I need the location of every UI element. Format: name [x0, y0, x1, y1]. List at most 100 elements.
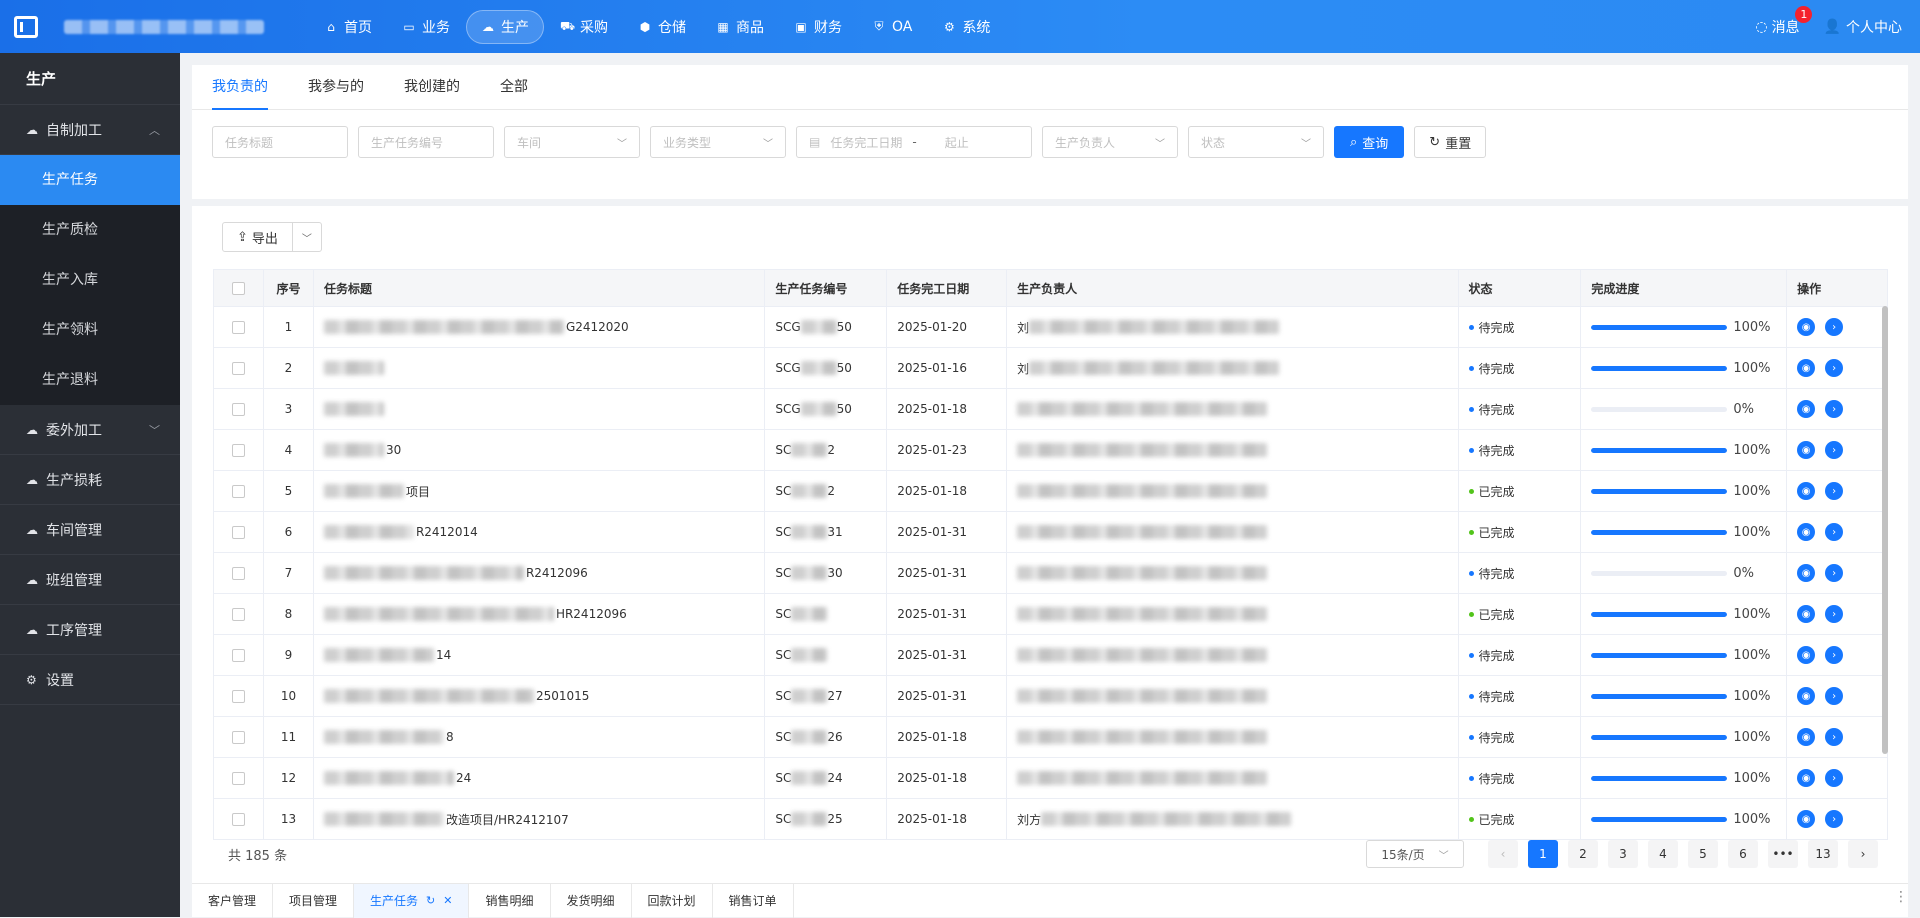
chevron-right-icon[interactable]: ›: [1825, 523, 1844, 541]
workshop-select[interactable]: 车间 ﹀: [504, 126, 640, 158]
chevron-right-icon[interactable]: ›: [1825, 359, 1844, 377]
nav-item-6[interactable]: ▣ 财务: [780, 10, 856, 44]
table-row[interactable]: 11 8 SC 26 2025-01-18 待完成 100% ◉ ›: [213, 717, 1888, 758]
page-tab-5[interactable]: 回款计划: [632, 884, 713, 918]
view-icon[interactable]: ◉: [1797, 441, 1816, 459]
page-tab-3[interactable]: 销售明细: [469, 884, 551, 918]
app-logo[interactable]: [0, 0, 52, 53]
table-row[interactable]: 7 R2412096 SC 30 2025-01-31 待完成 0% ◉ ›: [213, 553, 1888, 594]
chevron-right-icon[interactable]: ›: [1825, 687, 1844, 705]
row-checkbox[interactable]: [231, 566, 245, 580]
nav-item-3[interactable]: ⛟ 采购: [546, 10, 622, 44]
more-vertical-icon[interactable]: ⋮: [1894, 889, 1908, 905]
page-tab-6[interactable]: 销售订单: [713, 884, 794, 918]
row-checkbox[interactable]: [231, 771, 245, 785]
table-row[interactable]: 3 SCG 50 2025-01-18 待完成 0% ◉ ›: [213, 389, 1888, 430]
user-center-button[interactable]: 👤 个人中心: [1824, 17, 1902, 37]
sidebar-item-1[interactable]: 生产质检: [0, 205, 180, 255]
chevron-right-icon[interactable]: ›: [1825, 564, 1844, 582]
page-tab-2[interactable]: 生产任务 ↻ ✕: [354, 884, 470, 918]
next-page-button[interactable]: ›: [1848, 840, 1878, 868]
task-title-cell[interactable]: 8: [314, 717, 766, 757]
page-tab-1[interactable]: 项目管理: [273, 884, 355, 918]
view-icon[interactable]: ◉: [1797, 687, 1816, 705]
close-icon[interactable]: ✕: [443, 884, 452, 918]
page-button[interactable]: 6: [1728, 840, 1758, 868]
nav-item-4[interactable]: ⬢ 仓储: [624, 10, 700, 44]
table-row[interactable]: 12 24 SC 24 2025-01-18 待完成 100% ◉ ›: [213, 758, 1888, 799]
chevron-right-icon[interactable]: ›: [1825, 769, 1844, 787]
task-no-input[interactable]: 生产任务编号: [358, 126, 494, 158]
page-button[interactable]: 3: [1608, 840, 1638, 868]
view-icon[interactable]: ◉: [1797, 769, 1816, 787]
row-checkbox[interactable]: [231, 525, 245, 539]
nav-item-2[interactable]: ☁ 生产: [466, 9, 544, 44]
view-icon[interactable]: ◉: [1797, 728, 1816, 746]
table-row[interactable]: 8 HR2412096 SC 2025-01-31 已完成 100% ◉ ›: [213, 594, 1888, 635]
view-icon[interactable]: ◉: [1797, 400, 1816, 418]
table-row[interactable]: 9 14 SC 2025-01-31 待完成 100% ◉ ›: [213, 635, 1888, 676]
nav-item-0[interactable]: ⌂ 首页: [310, 10, 386, 44]
view-icon[interactable]: ◉: [1797, 646, 1816, 664]
row-checkbox[interactable]: [231, 730, 245, 744]
task-title-cell[interactable]: [314, 389, 766, 429]
date-range-picker[interactable]: ▤ 任务完工日期 - 起止: [796, 126, 1032, 158]
sidebar-group-0[interactable]: ☁ 自制加工 ︿: [0, 105, 180, 155]
task-title-cell[interactable]: 项目: [314, 471, 766, 511]
sidebar-item-0[interactable]: 生产任务: [0, 155, 180, 205]
tab-1[interactable]: 我参与的: [308, 65, 364, 110]
nav-item-1[interactable]: ▭ 业务: [388, 10, 464, 44]
task-title-cell[interactable]: 24: [314, 758, 766, 798]
chevron-right-icon[interactable]: ›: [1825, 482, 1844, 500]
table-row[interactable]: 6 R2412014 SC 31 2025-01-31 已完成 100% ◉ ›: [213, 512, 1888, 553]
owner-select[interactable]: 生产负责人 ﹀: [1042, 126, 1178, 158]
row-checkbox[interactable]: [231, 689, 245, 703]
sidebar-item-4[interactable]: 生产退料: [0, 355, 180, 405]
task-title-cell[interactable]: 改造项目/HR2412107: [314, 799, 766, 839]
chevron-right-icon[interactable]: ›: [1825, 605, 1844, 623]
page-button[interactable]: 2: [1568, 840, 1598, 868]
status-select[interactable]: 状态 ﹀: [1188, 126, 1324, 158]
reset-button[interactable]: ↻ 重置: [1414, 126, 1487, 158]
tab-0[interactable]: 我负责的: [212, 65, 268, 110]
task-title-cell[interactable]: R2412014: [314, 512, 766, 552]
view-icon[interactable]: ◉: [1797, 810, 1816, 828]
page-button[interactable]: •••: [1768, 840, 1798, 868]
row-checkbox[interactable]: [231, 402, 245, 416]
chevron-right-icon[interactable]: ›: [1825, 810, 1844, 828]
nav-item-5[interactable]: ▦ 商品: [702, 10, 778, 44]
table-row[interactable]: 13 改造项目/HR2412107 SC 25 2025-01-18 刘方 已完成 100% ◉…: [213, 799, 1888, 840]
row-checkbox[interactable]: [231, 607, 245, 621]
sidebar-group-3[interactable]: ☁ 车间管理: [0, 505, 180, 555]
row-checkbox[interactable]: [231, 320, 245, 334]
task-title-cell[interactable]: 2501015: [314, 676, 766, 716]
query-button[interactable]: ⌕ 查询: [1334, 126, 1405, 158]
row-checkbox[interactable]: [231, 361, 245, 375]
export-dropdown-button[interactable]: ﹀: [293, 223, 321, 251]
sidebar-group-2[interactable]: ☁ 生产损耗: [0, 455, 180, 505]
prev-page-button[interactable]: ‹: [1488, 840, 1518, 868]
table-row[interactable]: 5 项目 SC 2 2025-01-18 已完成 100% ◉ ›: [213, 471, 1888, 512]
nav-item-7[interactable]: ⛨ OA: [858, 10, 926, 44]
chevron-right-icon[interactable]: ›: [1825, 646, 1844, 664]
tab-2[interactable]: 我创建的: [404, 65, 460, 110]
sidebar-group-1[interactable]: ☁ 委外加工 ﹀: [0, 405, 180, 455]
nav-item-8[interactable]: ⚙ 系统: [928, 10, 1004, 44]
select-all-checkbox[interactable]: [231, 281, 245, 295]
view-icon[interactable]: ◉: [1797, 564, 1816, 582]
task-title-cell[interactable]: 30: [314, 430, 766, 470]
sidebar-group-6[interactable]: ⚙ 设置: [0, 655, 180, 705]
task-title-cell[interactable]: G2412020: [314, 307, 766, 347]
refresh-icon[interactable]: ↻: [426, 884, 435, 918]
sidebar-group-5[interactable]: ☁ 工序管理: [0, 605, 180, 655]
view-icon[interactable]: ◉: [1797, 605, 1816, 623]
page-button[interactable]: 4: [1648, 840, 1678, 868]
page-button[interactable]: 1: [1528, 840, 1558, 868]
table-row[interactable]: 1 G2412020 SCG 50 2025-01-20 刘待完成 100% ◉ ›: [213, 307, 1888, 348]
page-button[interactable]: 5: [1688, 840, 1718, 868]
chevron-right-icon[interactable]: ›: [1825, 318, 1844, 336]
export-button[interactable]: ⇪ 导出: [223, 223, 293, 251]
sidebar-group-4[interactable]: ☁ 班组管理: [0, 555, 180, 605]
biz-type-select[interactable]: 业务类型 ﹀: [650, 126, 786, 158]
chevron-right-icon[interactable]: ›: [1825, 441, 1844, 459]
